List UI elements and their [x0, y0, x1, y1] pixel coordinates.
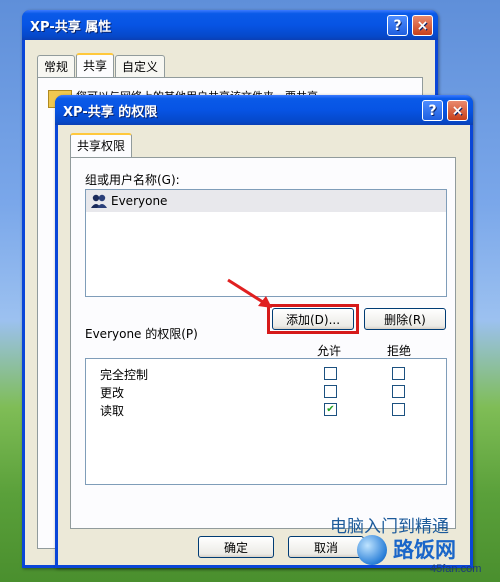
tab-share-permissions-label: 共享权限	[77, 139, 126, 153]
add-button[interactable]: 添加(D)...	[272, 308, 354, 330]
watermark-logo-icon	[357, 535, 387, 565]
watermark-url: 45fan.com	[430, 563, 482, 575]
properties-titlebar[interactable]: XP-共享 属性 ? ×	[22, 10, 438, 40]
help-icon: ?	[393, 17, 402, 34]
list-item[interactable]: Everyone	[86, 190, 446, 212]
permissions-title: XP-共享 的权限	[63, 104, 158, 120]
cancel-button[interactable]: 取消	[288, 536, 364, 558]
allow-read-checkbox[interactable]: ✔	[324, 403, 337, 416]
ok-button[interactable]: 确定	[198, 536, 274, 558]
user-name: Everyone	[111, 194, 168, 208]
permission-name: 更改	[100, 386, 125, 400]
remove-button[interactable]: 删除(R)	[364, 308, 446, 330]
deny-change-checkbox[interactable]	[392, 385, 405, 398]
permissions-list[interactable]: 完全控制 更改 读取 ✔	[85, 358, 447, 485]
dialog-help-button[interactable]: ?	[422, 100, 443, 121]
tab-custom-label: 自定义	[122, 60, 159, 74]
remove-button-label: 删除(R)	[384, 312, 426, 327]
allow-change-checkbox[interactable]	[324, 385, 337, 398]
permission-name: 完全控制	[100, 368, 149, 382]
user-group-icon	[91, 194, 107, 208]
tab-share-permissions[interactable]: 共享权限	[70, 133, 133, 158]
help-icon: ?	[428, 102, 437, 119]
help-button[interactable]: ?	[387, 15, 408, 36]
close-icon: ×	[416, 17, 429, 34]
permissions-dialog: XP-共享 的权限 ? × 共享权限 组或用户名称(G): Everyone 添…	[55, 95, 473, 568]
checkmark-icon: ✔	[326, 404, 335, 415]
permissions-titlebar[interactable]: XP-共享 的权限 ? ×	[55, 95, 473, 125]
properties-title: XP-共享 属性	[30, 19, 112, 35]
group-label: 组或用户名称(G):	[85, 173, 180, 187]
ok-button-label: 确定	[223, 540, 248, 555]
watermark-brand: 路饭网	[393, 537, 456, 562]
deny-column-header: 拒绝	[387, 344, 412, 358]
permissions-label: Everyone 的权限(P)	[85, 327, 198, 341]
tab-sharing-label: 共享	[83, 59, 108, 73]
deny-read-checkbox[interactable]	[392, 403, 405, 416]
cancel-button-label: 取消	[313, 540, 338, 555]
allow-full-control-checkbox[interactable]	[324, 367, 337, 380]
add-button-label: 添加(D)...	[285, 312, 341, 327]
permission-name: 读取	[100, 404, 125, 418]
table-row: 完全控制	[86, 365, 446, 383]
close-icon: ×	[451, 102, 464, 119]
permissions-panel: 组或用户名称(G): Everyone 添加(D)... 删除(R) Every…	[70, 157, 456, 529]
deny-full-control-checkbox[interactable]	[392, 367, 405, 380]
close-button[interactable]: ×	[412, 15, 433, 36]
tab-general-label: 常规	[44, 60, 69, 74]
table-row: 更改	[86, 383, 446, 401]
allow-column-header: 允许	[317, 344, 342, 358]
dialog-close-button[interactable]: ×	[447, 100, 468, 121]
table-row: 读取 ✔	[86, 401, 446, 419]
tab-sharing[interactable]: 共享	[76, 53, 115, 78]
